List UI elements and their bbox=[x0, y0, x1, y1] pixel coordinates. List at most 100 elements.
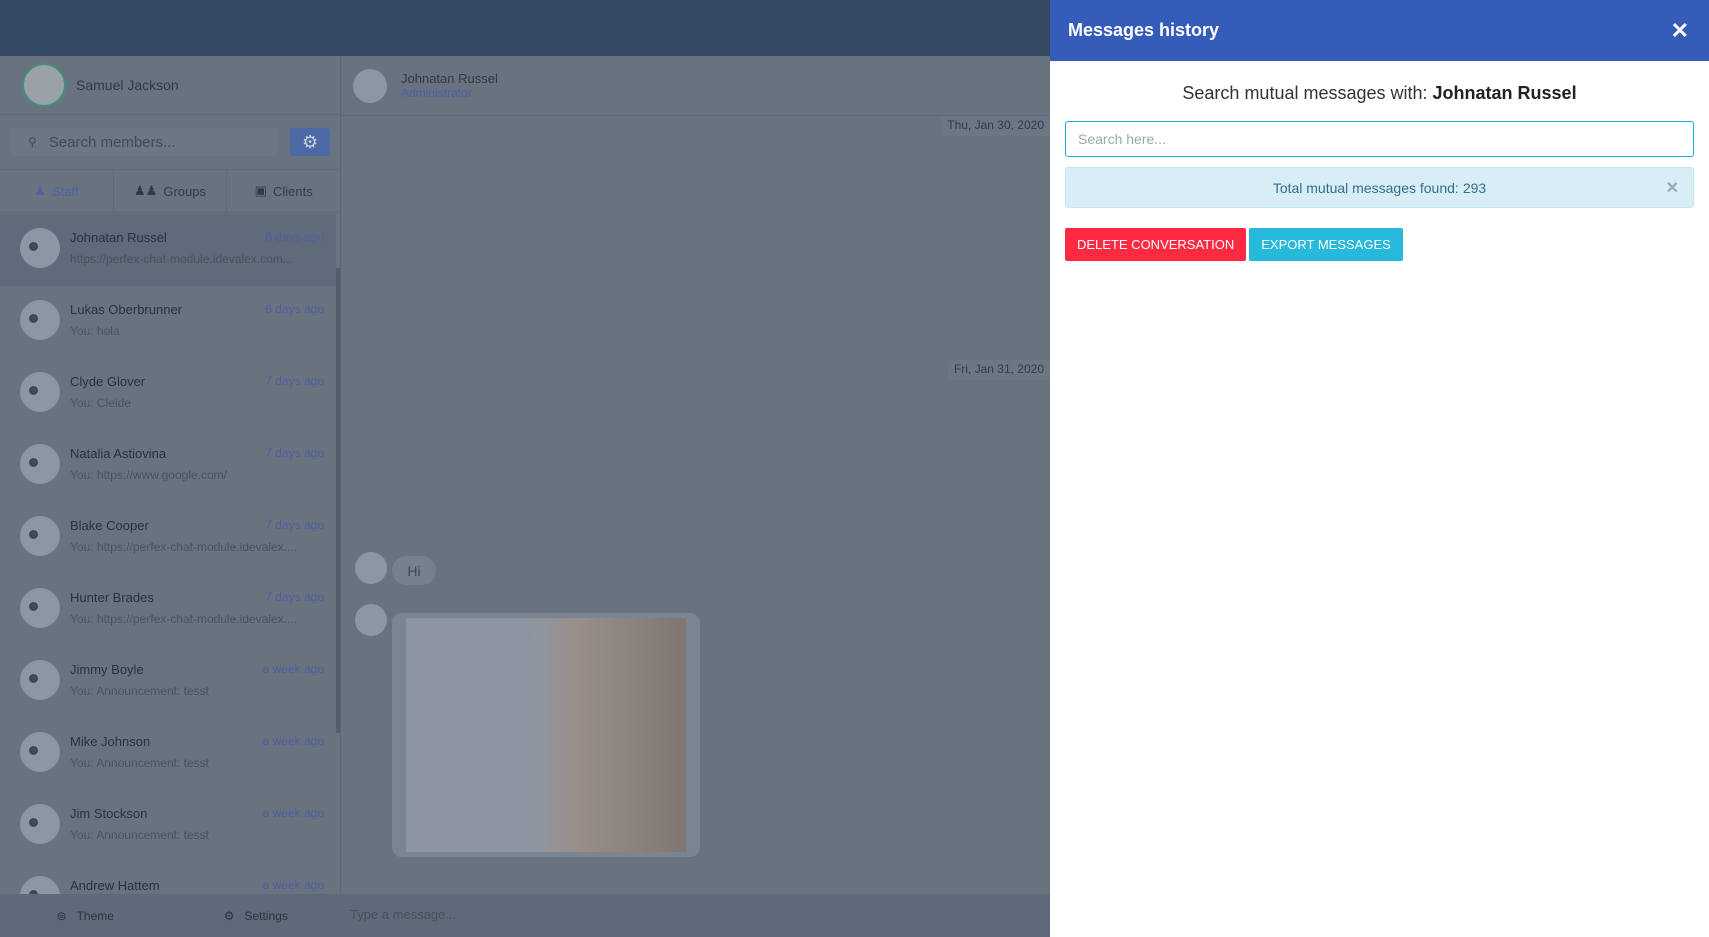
sidebar: Samuel Jackson ⚲ Search members... ⚙ ♟ Sta… bbox=[0, 56, 341, 937]
theme-icon: ⊜ bbox=[56, 908, 67, 923]
message-bubble: Hi bbox=[392, 556, 436, 585]
status-dot bbox=[29, 746, 38, 755]
contact-item[interactable]: Clyde Glover 7 days ago You: Cleide bbox=[0, 358, 336, 430]
contact-item[interactable]: Jimmy Boyle a week ago You: Announcement:… bbox=[0, 646, 336, 718]
contact-time: 7 days ago bbox=[265, 590, 324, 604]
status-dot bbox=[29, 314, 38, 323]
avatar bbox=[22, 63, 66, 107]
contact-preview: https://perfex-chat-module.idevalex.com.… bbox=[70, 252, 293, 266]
contact-item[interactable]: Mike Johnson a week ago You: Announcement… bbox=[0, 718, 336, 790]
search-members-input[interactable]: ⚲ Search members... bbox=[10, 128, 278, 156]
contact-name: Johnatan Russel bbox=[70, 230, 167, 245]
contact-name: Clyde Glover bbox=[70, 374, 146, 389]
alert-count: 293 bbox=[1462, 179, 1487, 196]
status-dot bbox=[29, 530, 38, 539]
contact-item[interactable]: Hunter Brades 7 days ago You: https://per… bbox=[0, 574, 336, 646]
avatar bbox=[20, 660, 60, 700]
contact-item[interactable]: Johnatan Russel 6 days ago https://perfex… bbox=[0, 214, 336, 286]
avatar bbox=[20, 588, 60, 628]
top-bar bbox=[0, 0, 1050, 56]
contact-name: Hunter Brades bbox=[70, 590, 154, 605]
status-dot bbox=[29, 386, 38, 395]
contact-role: Administrator bbox=[401, 85, 472, 100]
theme-label: Theme bbox=[76, 908, 114, 923]
contact-time: 6 days ago bbox=[265, 302, 324, 316]
status-dot bbox=[29, 242, 38, 251]
avatar bbox=[20, 372, 60, 412]
contact-item[interactable]: Lukas Oberbrunner 6 days ago You: hola bbox=[0, 286, 336, 358]
contact-item[interactable]: Natalia Astiovina 7 days ago You: https:/… bbox=[0, 430, 336, 502]
contact-time: 6 days ago bbox=[265, 230, 324, 244]
contact-item[interactable]: Blake Cooper 7 days ago You: https://perf… bbox=[0, 502, 336, 574]
avatar bbox=[20, 228, 60, 268]
contact-name: Johnatan Russel bbox=[401, 70, 498, 86]
search-placeholder: Search members... bbox=[48, 133, 176, 151]
date-separator: Fri, Jan 31, 2020 bbox=[947, 360, 1050, 380]
avatar bbox=[20, 516, 60, 556]
close-icon[interactable]: ✕ bbox=[1671, 18, 1689, 44]
date-separator: Thu, Jan 30, 2020 bbox=[941, 116, 1050, 136]
status-dot bbox=[29, 818, 38, 827]
message-avatar bbox=[355, 552, 387, 584]
status-dot bbox=[29, 602, 38, 611]
panel-title: Messages history bbox=[1068, 20, 1220, 40]
avatar bbox=[20, 804, 60, 844]
contact-preview: You: https://perfex-chat-module.idevalex… bbox=[70, 540, 298, 554]
gear-icon: ⚙ bbox=[223, 908, 235, 923]
contact-list: Johnatan Russel 6 days ago https://perfex… bbox=[0, 214, 336, 894]
history-search-input[interactable] bbox=[1065, 121, 1694, 157]
message-input[interactable]: Type a message... bbox=[341, 894, 1050, 937]
contact-name: Jimmy Boyle bbox=[70, 662, 144, 677]
search-icon: ⚲ bbox=[28, 135, 37, 149]
contact-item[interactable]: Andrew Hattem a week ago bbox=[0, 862, 336, 894]
messages-history-panel: Messages history ✕ Search mutual message… bbox=[1050, 0, 1709, 937]
contact-preview: You: https://perfex-chat-module.idevalex… bbox=[70, 612, 298, 626]
contact-item[interactable]: Jim Stockson a week ago You: Announcement… bbox=[0, 790, 336, 862]
subtitle-prefix: Search mutual messages with: bbox=[1182, 83, 1433, 103]
tab-label: Staff bbox=[51, 183, 79, 199]
alert-text: Total mutual messages found: bbox=[1272, 179, 1459, 196]
tab-label: Groups bbox=[163, 183, 206, 199]
status-dot bbox=[29, 458, 38, 467]
theme-button[interactable]: ⊜ Theme bbox=[0, 909, 171, 923]
contact-avatar bbox=[353, 68, 387, 103]
contact-preview: You: https://www.google.com/ bbox=[70, 468, 227, 482]
users-icon: ♟♟ bbox=[134, 183, 158, 198]
contact-time: 7 days ago bbox=[265, 518, 324, 532]
tab-groups[interactable]: ♟♟ Groups bbox=[114, 170, 228, 212]
contact-name: Natalia Astiovina bbox=[70, 446, 167, 461]
status-dot bbox=[29, 674, 38, 683]
avatar bbox=[20, 444, 60, 484]
export-messages-button[interactable]: EXPORT MESSAGES bbox=[1249, 228, 1403, 261]
image-message[interactable] bbox=[392, 613, 700, 857]
settings-label: Settings bbox=[244, 908, 288, 923]
contact-name: Lukas Oberbrunner bbox=[70, 302, 183, 317]
contact-name: Mike Johnson bbox=[70, 734, 151, 749]
chat-header: Johnatan Russel Administrator bbox=[341, 56, 1050, 116]
delete-conversation-button[interactable]: DELETE CONVERSATION bbox=[1065, 228, 1247, 261]
contact-time: a week ago bbox=[262, 806, 324, 820]
scrollbar[interactable] bbox=[336, 268, 340, 733]
contact-name: Jim Stockson bbox=[70, 806, 148, 821]
tab-label: Clients bbox=[272, 183, 313, 199]
settings-footer-button[interactable]: ⚙ Settings bbox=[171, 909, 342, 923]
contact-preview: You: Announcement: tesst bbox=[70, 684, 209, 698]
contact-name: Blake Cooper bbox=[70, 518, 149, 533]
settings-button[interactable]: ⚙ bbox=[290, 128, 330, 156]
avatar bbox=[20, 876, 60, 894]
gear-icon: ⚙ bbox=[302, 131, 319, 152]
current-user: Samuel Jackson bbox=[0, 56, 340, 115]
avatar bbox=[20, 300, 60, 340]
contact-preview: You: Cleide bbox=[70, 396, 131, 410]
panel-subtitle: Search mutual messages with: Johnatan Ru… bbox=[1050, 83, 1709, 104]
contact-preview: You: Announcement: tesst bbox=[70, 756, 209, 770]
contact-time: 7 days ago bbox=[265, 374, 324, 388]
contact-time: 7 days ago bbox=[265, 446, 324, 460]
tab-staff[interactable]: ♟ Staff bbox=[0, 170, 114, 212]
contact-time: a week ago bbox=[262, 878, 324, 892]
close-icon[interactable]: ✕ bbox=[1666, 178, 1679, 198]
contact-time: a week ago bbox=[262, 662, 324, 676]
tab-clients[interactable]: ▣ Clients bbox=[227, 170, 340, 212]
contact-name: Andrew Hattem bbox=[70, 878, 160, 893]
avatar bbox=[20, 732, 60, 772]
